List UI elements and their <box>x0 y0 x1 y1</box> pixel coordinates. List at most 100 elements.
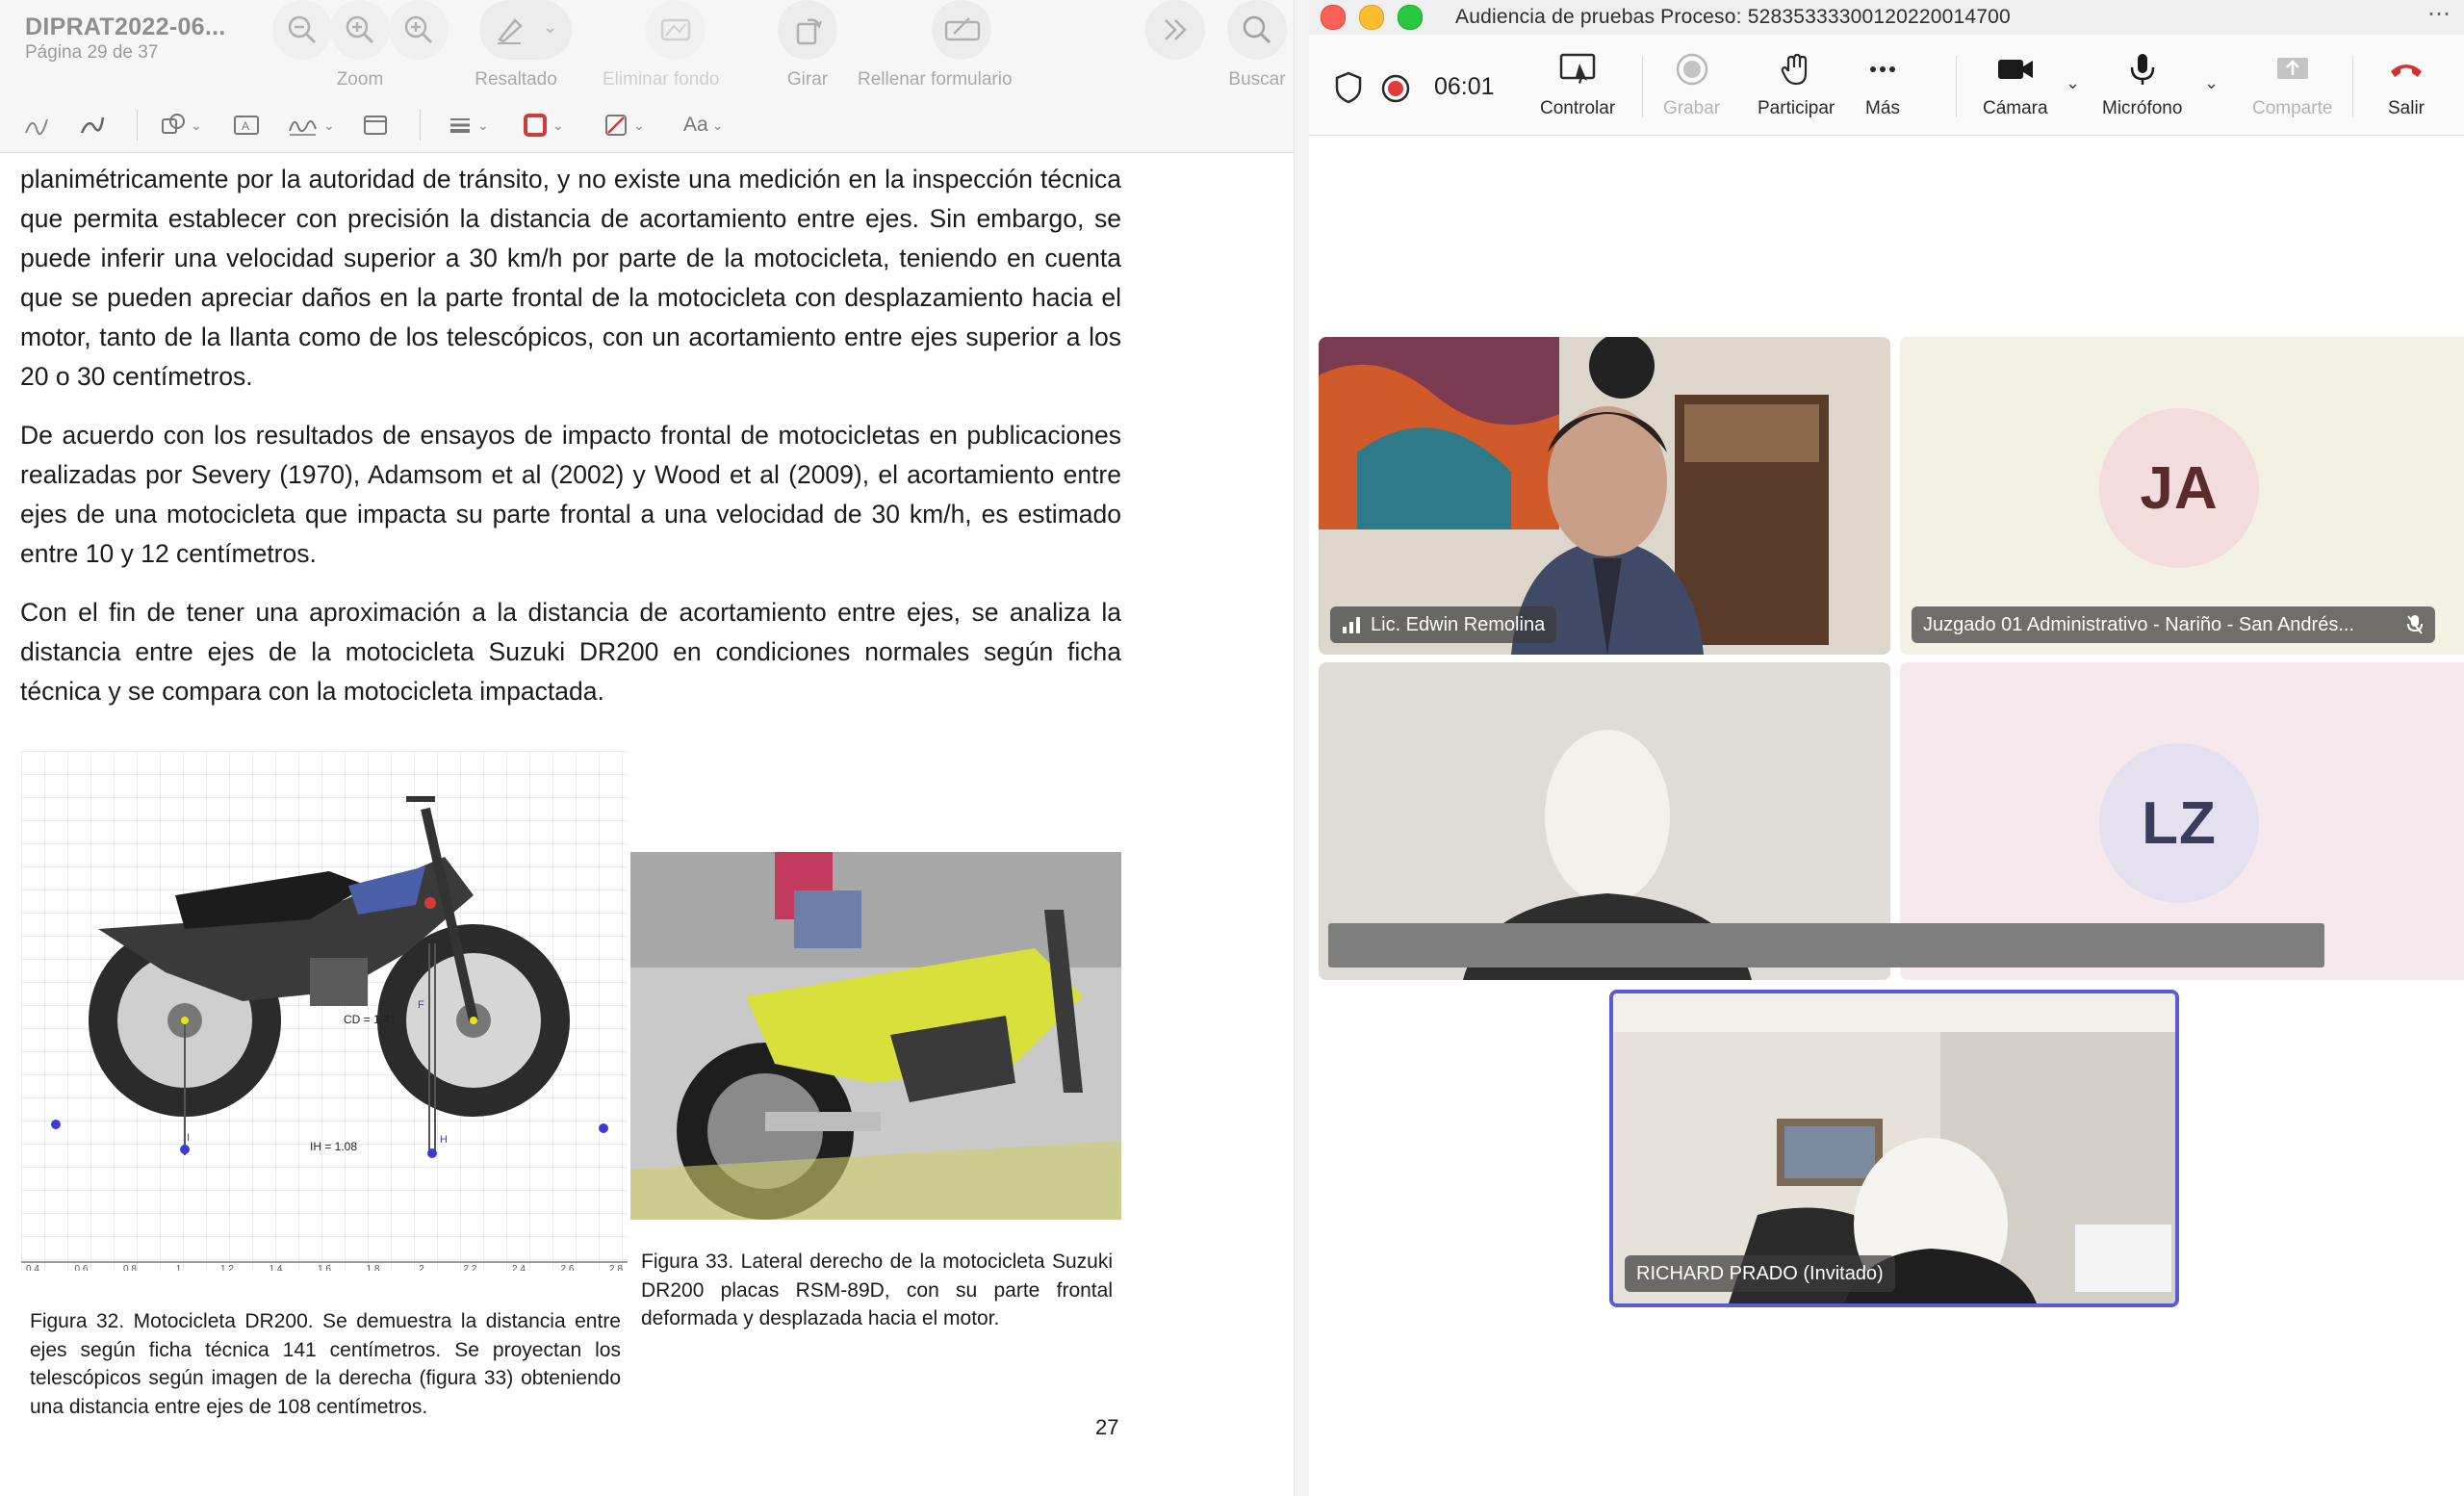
point-i-label: I <box>187 1132 191 1144</box>
text-style-icon: Aa <box>683 114 708 136</box>
participant-name-label: Juzgado 01 Administrativo - Nariño - San… <box>1912 606 2435 643</box>
microphone-options-dropdown[interactable]: ⌄ <box>2204 73 2219 93</box>
chevron-down-icon: ⌄ <box>323 116 335 133</box>
camera-label: Cámara <box>1983 98 2048 118</box>
annotation-toolbar: ⌄ A ⌄ ⌄ ⌄ ⌄ Aa ⌄ <box>0 104 751 146</box>
microphone-muted-icon <box>2407 615 2423 634</box>
pen-sketch-icon <box>25 118 48 136</box>
close-window-button[interactable] <box>1321 5 1346 30</box>
text-box-icon: A <box>234 116 259 135</box>
fill-color-icon <box>605 115 627 136</box>
more-options-icon[interactable]: ⋯ <box>2427 0 2451 28</box>
recording-indicator-icon <box>1381 74 1410 103</box>
share-button[interactable]: Comparte <box>2252 52 2332 119</box>
video-camera-icon <box>1997 60 2033 79</box>
participants-grid: Lic. Edwin Remolina JA Juzgado 01 Admini… <box>1309 136 2464 1496</box>
search-button[interactable]: Buscar <box>1227 0 1287 90</box>
zoom-out-icon <box>288 15 317 44</box>
axis-tick-label: 1.8 <box>366 1264 380 1271</box>
participant-name: Juzgado 01 Administrativo - Nariño - San… <box>1923 613 2355 635</box>
zoom-in-icon <box>346 15 374 44</box>
record-button[interactable]: Grabar <box>1663 52 1720 119</box>
highlight-label: Resaltado <box>475 69 557 90</box>
participate-button[interactable]: Participar <box>1758 52 1835 119</box>
axis-tick-label: 2.6 <box>560 1264 575 1271</box>
axis-tick-label: 0.8 <box>123 1264 137 1271</box>
fill-form-button[interactable]: Rellenar formulario <box>858 0 1013 90</box>
participant-avatar-tile[interactable]: JA Juzgado 01 Administrativo - Nariño - … <box>1900 337 2464 655</box>
search-label: Buscar <box>1228 69 1286 90</box>
axis-tick-label: 2.8 <box>609 1264 623 1271</box>
text-box-tool[interactable]: A <box>233 110 260 141</box>
chevron-down-icon: ⌄ <box>633 116 645 133</box>
zoom-out-button[interactable] <box>272 0 332 65</box>
signature-icon <box>289 120 317 136</box>
vertical-scrollbar[interactable] <box>1294 0 1310 1496</box>
zoom-in-small-button[interactable] <box>330 0 390 60</box>
line-style-tool[interactable]: ⌄ <box>447 110 489 141</box>
chevron-down-icon: ⌄ <box>2066 73 2081 92</box>
text-style-tool[interactable]: Aa ⌄ <box>683 110 723 141</box>
active-speaker-video-tile[interactable]: RICHARD PRADO (Invitado) <box>1609 990 2179 1307</box>
ih-measurement-label: IH = 1.08 <box>310 1140 358 1153</box>
chevron-down-icon: ⌄ <box>552 116 564 133</box>
axis-tick-label: 1 <box>175 1264 182 1271</box>
axis-tick-label: 0.4 <box>26 1264 39 1271</box>
record-label: Grabar <box>1663 98 1721 118</box>
chevron-down-icon: ⌄ <box>543 17 558 37</box>
remove-background-icon <box>660 18 690 41</box>
more-button[interactable]: Más <box>1865 52 1900 119</box>
chevron-down-icon: ⌄ <box>2204 73 2220 92</box>
draw-tool[interactable] <box>79 110 106 141</box>
sketch-tool[interactable] <box>23 110 50 141</box>
zoom-group: Zoom <box>330 0 390 90</box>
camera-button[interactable]: Cámara <box>1983 52 2048 119</box>
fill-form-icon <box>944 17 980 41</box>
figure-32-caption: Figura 32. Motocicleta DR200. Se demuest… <box>30 1310 621 1418</box>
border-color-icon <box>524 114 547 137</box>
chevron-down-icon: ⌄ <box>711 116 724 133</box>
minimize-window-button[interactable] <box>1359 5 1384 30</box>
figure-33-image <box>630 852 1121 1220</box>
leave-button[interactable]: Salir <box>2387 52 2426 119</box>
cd-measurement-label: CD = 1.41 <box>344 1013 397 1026</box>
microphone-button[interactable]: Micrófono <box>2102 52 2182 119</box>
meeting-titlebar: Audiencia de pruebas Proceso: 5283533330… <box>1309 0 2464 36</box>
signature-tool[interactable]: ⌄ <box>287 110 335 141</box>
signal-strength-icon <box>1343 617 1360 633</box>
svg-text:A: A <box>242 119 249 133</box>
avatar: JA <box>2099 408 2259 568</box>
paragraph: De acuerdo con los resultados de ensayos… <box>20 421 1121 568</box>
pen-draw-icon <box>80 116 105 134</box>
motorcycle-diagram-icon <box>51 796 608 1158</box>
border-color-tool[interactable]: ⌄ <box>522 110 564 141</box>
note-tool[interactable] <box>362 110 389 141</box>
zoom-in-large-icon <box>404 15 433 44</box>
shapes-tool[interactable]: ⌄ <box>160 110 202 141</box>
document-title: DIPRAT2022-06... <box>25 13 226 40</box>
camera-options-dropdown[interactable]: ⌄ <box>2066 73 2080 93</box>
rotate-icon <box>796 18 822 45</box>
zoom-in-button[interactable] <box>389 0 449 65</box>
leave-label: Salir <box>2387 98 2425 118</box>
highlight-button[interactable]: ⌄ Resaltado <box>475 0 572 90</box>
participant-name-label: RICHARD PRADO (Invitado) <box>1625 1255 1895 1292</box>
chevron-down-icon: ⌄ <box>477 116 489 133</box>
axis-tick-label: 0.6 <box>74 1264 89 1271</box>
participant-name-bar <box>1328 923 2324 967</box>
page-indicator: Página 29 de 37 <box>25 42 159 63</box>
participate-label: Participar <box>1758 98 1835 118</box>
figure-33-caption: Figura 33. Lateral derecho de la motocic… <box>641 1251 1113 1329</box>
fill-color-tool[interactable]: ⌄ <box>603 110 645 141</box>
more-dots-icon <box>1870 66 1895 72</box>
axis-tick-label: 1.6 <box>318 1264 331 1271</box>
control-button[interactable]: Controlar <box>1540 52 1615 119</box>
maximize-window-button[interactable] <box>1398 5 1423 30</box>
avatar: LZ <box>2099 743 2259 903</box>
participant-video-tile[interactable]: Lic. Edwin Remolina <box>1319 337 1890 655</box>
remove-background-button[interactable]: Eliminar fondo <box>603 0 719 90</box>
rotate-button[interactable]: Girar <box>778 0 837 90</box>
toolbar-overflow-button[interactable] <box>1145 0 1205 65</box>
shield-icon[interactable] <box>1334 71 1363 104</box>
chevron-down-icon: ⌄ <box>191 116 202 133</box>
